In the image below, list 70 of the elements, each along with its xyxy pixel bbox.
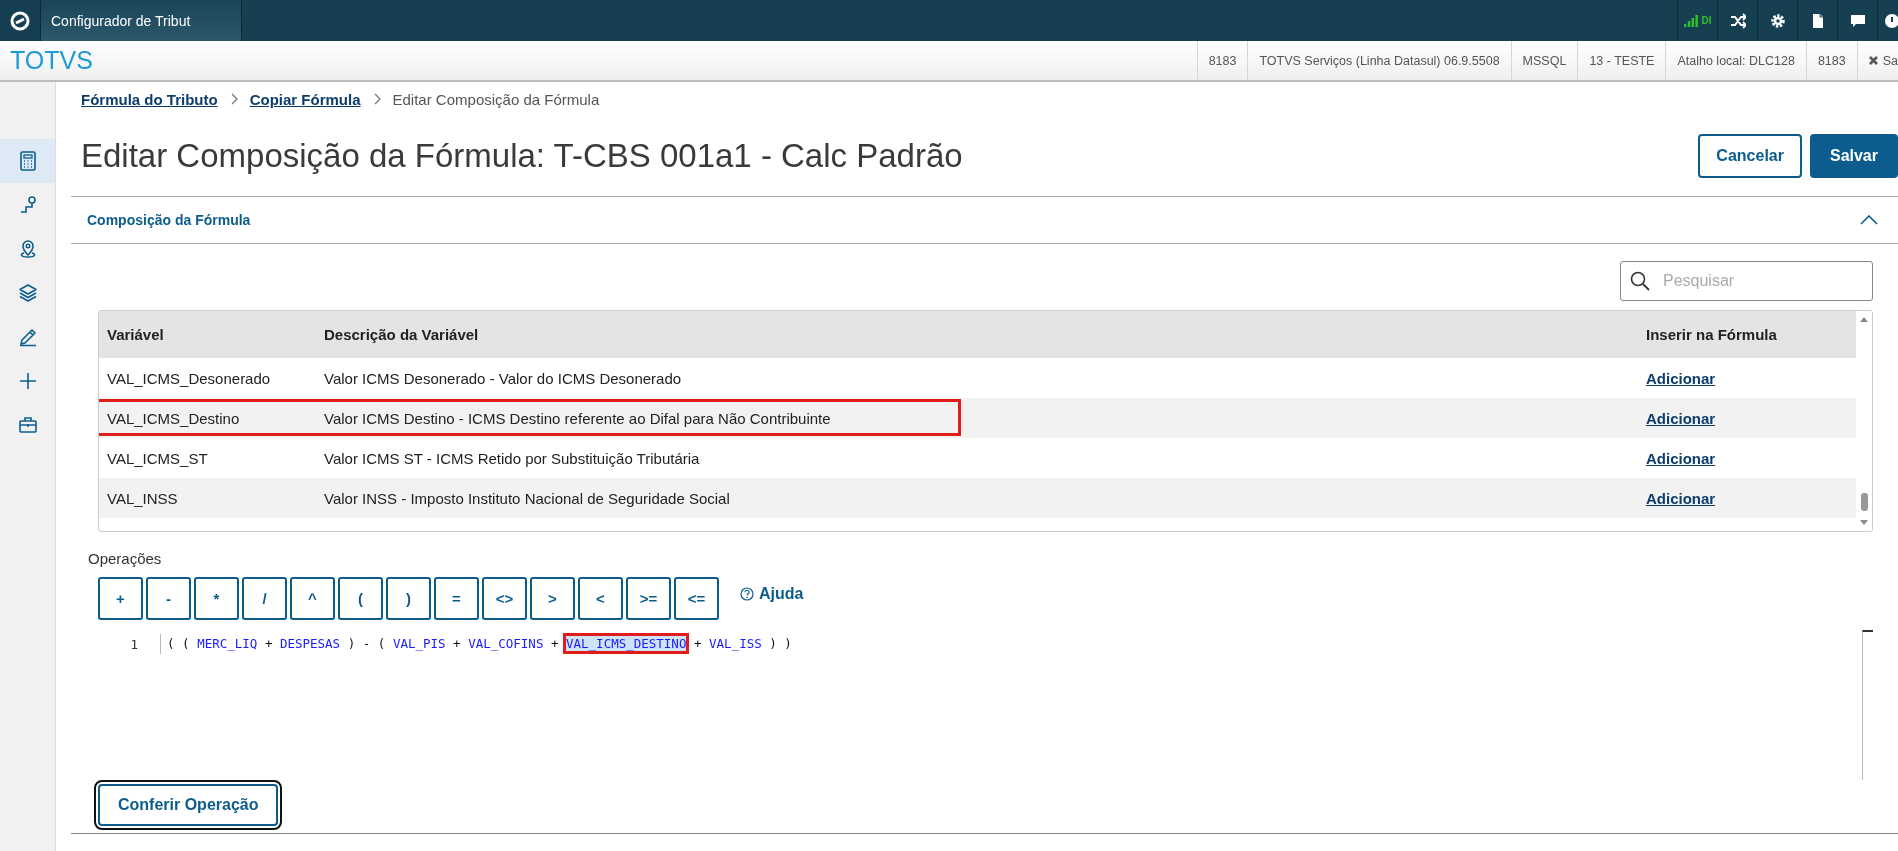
plus-icon (17, 371, 38, 391)
info-label: Atalho local: DLC128 (1665, 41, 1806, 80)
operator-button[interactable]: <> (482, 577, 527, 620)
settings-icon (1769, 12, 1786, 29)
section-title[interactable]: Composição da Fórmula (87, 212, 251, 228)
signal-icon (1683, 14, 1698, 27)
add-link[interactable]: Adicionar (1646, 369, 1716, 387)
table-cell-text: VAL_ICMS_Destino (106, 409, 241, 427)
scroll-up-icon (1859, 315, 1869, 323)
code-editor[interactable]: 1 ( ( MERC_LIQ + DESPESAS ) - ( VAL_PIS + VAL_COFINS + VAL_ICMS_DESTINO + VAL_ISS ) ) (98, 620, 1873, 780)
operator-button[interactable]: + (98, 577, 143, 620)
briefcase-icon (17, 415, 38, 435)
page-title: Editar Composição da Fórmula: T-CBS 001a1 - Calc Padrão (81, 137, 963, 175)
column-header: Descrição da Variável (323, 326, 480, 343)
info-label: 8183 (1805, 41, 1857, 80)
breadcrumb-current: Editar Composição da Fórmula (392, 90, 600, 108)
table-cell-text: VAL_INSS (106, 489, 179, 507)
calculator-icon (17, 151, 38, 171)
scroll-down-icon (1859, 519, 1869, 527)
app-tab[interactable]: Configurador de Tribut (40, 0, 242, 41)
operator-button[interactable]: / (242, 577, 287, 620)
scrollbar-thumb[interactable] (1860, 493, 1868, 511)
operator-button[interactable]: * (194, 577, 239, 620)
breadcrumb-link[interactable]: Copiar Fórmula (249, 90, 361, 108)
exit-link[interactable]: Sa (1856, 41, 1898, 80)
table-cell-text: Valor ICMS Destino - ICMS Destino referente ao Difal para Não Contribuinte (323, 409, 832, 427)
operator-button[interactable]: ) (386, 577, 431, 620)
operator-button[interactable]: = (434, 577, 479, 620)
connection-label: DI (1701, 15, 1712, 26)
operator-button[interactable]: <= (674, 577, 719, 620)
shuffle-icon (1729, 12, 1746, 29)
column-header: Inserir na Fórmula (1645, 326, 1778, 343)
pencil-icon (17, 327, 38, 347)
operator-button[interactable]: < (578, 577, 623, 620)
operator-button[interactable]: ( (338, 577, 383, 620)
code-line: ( ( MERC_LIQ + DESPESAS ) - ( VAL_PIS + VAL_COFINS + VAL_ICMS_DESTINO + VAL_ISS ) ) (160, 634, 792, 654)
info-label: 8183 (1196, 41, 1248, 80)
close-icon (1867, 55, 1879, 66)
line-number: 1 (129, 636, 139, 652)
add-link[interactable]: Adicionar (1646, 489, 1716, 507)
operator-button[interactable]: >= (626, 577, 671, 620)
operator-button[interactable]: > (530, 577, 575, 620)
search-icon (1630, 271, 1650, 291)
column-header: Variável (106, 326, 165, 343)
search-field[interactable]: Pesquisar (1620, 261, 1873, 301)
brand-logo: TOTVS (9, 46, 94, 75)
cancel-button[interactable]: Cancelar (1698, 134, 1802, 178)
operations-label: Operações (87, 549, 163, 567)
sidebar-item[interactable] (0, 139, 55, 183)
operator-button[interactable]: ^ (290, 577, 335, 620)
chevron-icon (372, 93, 381, 105)
layers-icon (17, 283, 38, 303)
info-label: MSSQL (1510, 41, 1578, 80)
table-cell-text: VAL_ICMS_ST (106, 449, 209, 467)
table-cell-text: VAL_ICMS_Desonerado (106, 369, 272, 387)
help-icon (740, 586, 754, 601)
table-cell-text: Valor ICMS Desonerado - Valor do ICMS Desonerado (323, 369, 683, 387)
save-button[interactable]: Salvar (1809, 134, 1898, 178)
info-label: 13 - TESTE (1577, 41, 1666, 80)
table-cell-text: Valor ICMS ST - ICMS Retido por Substituição Tributária (323, 449, 701, 467)
breadcrumb-link[interactable]: Fórmula do Tributo (81, 90, 218, 108)
info-label: TOTVS Serviços (Linha Datasul) 06.9.5508 (1247, 41, 1511, 80)
help-link[interactable]: Ajuda (740, 584, 804, 603)
operator-button[interactable]: - (146, 577, 191, 620)
add-link[interactable]: Adicionar (1646, 409, 1716, 427)
chat-icon (1849, 12, 1866, 29)
table-cell-text: Valor INSS - Imposto Instituto Nacional de Seguridade Social (323, 489, 731, 507)
add-link[interactable]: Adicionar (1646, 449, 1716, 467)
logo-icon (10, 10, 30, 31)
chevron-icon (229, 93, 238, 105)
